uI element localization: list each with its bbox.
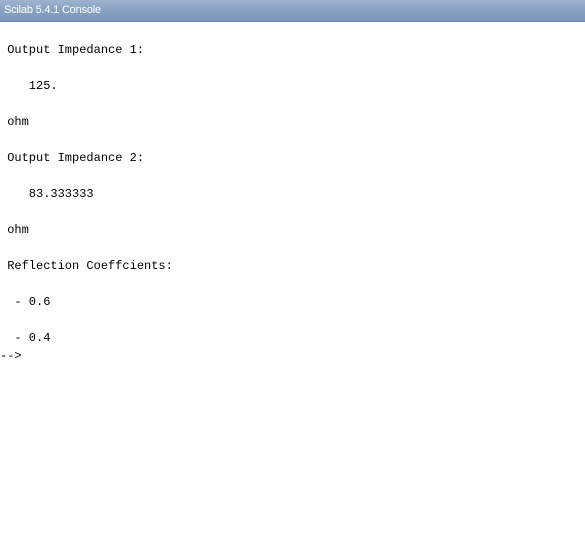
console-line: Reflection Coeffcients: [0,259,173,273]
console-line: Output Impedance 1: [0,43,145,57]
title-bar[interactable]: Scilab 5.4.1 Console [0,0,585,22]
scilab-console-window: Scilab 5.4.1 Console Output Impedance 1:… [0,0,585,558]
console-line: 83.333333 [0,187,94,201]
console-line: Output Impedance 2: [0,151,145,165]
window-title: Scilab 5.4.1 Console [4,4,101,16]
console-prompt[interactable]: --> [0,349,22,363]
console-line: ohm [0,223,29,237]
console-line: 125. [0,79,58,93]
console-line: ohm [0,115,29,129]
console-line: - 0.6 [0,295,51,309]
console-line: - 0.4 [0,331,51,345]
console-output-area[interactable]: Output Impedance 1: 125. ohm Output Impe… [0,22,585,558]
